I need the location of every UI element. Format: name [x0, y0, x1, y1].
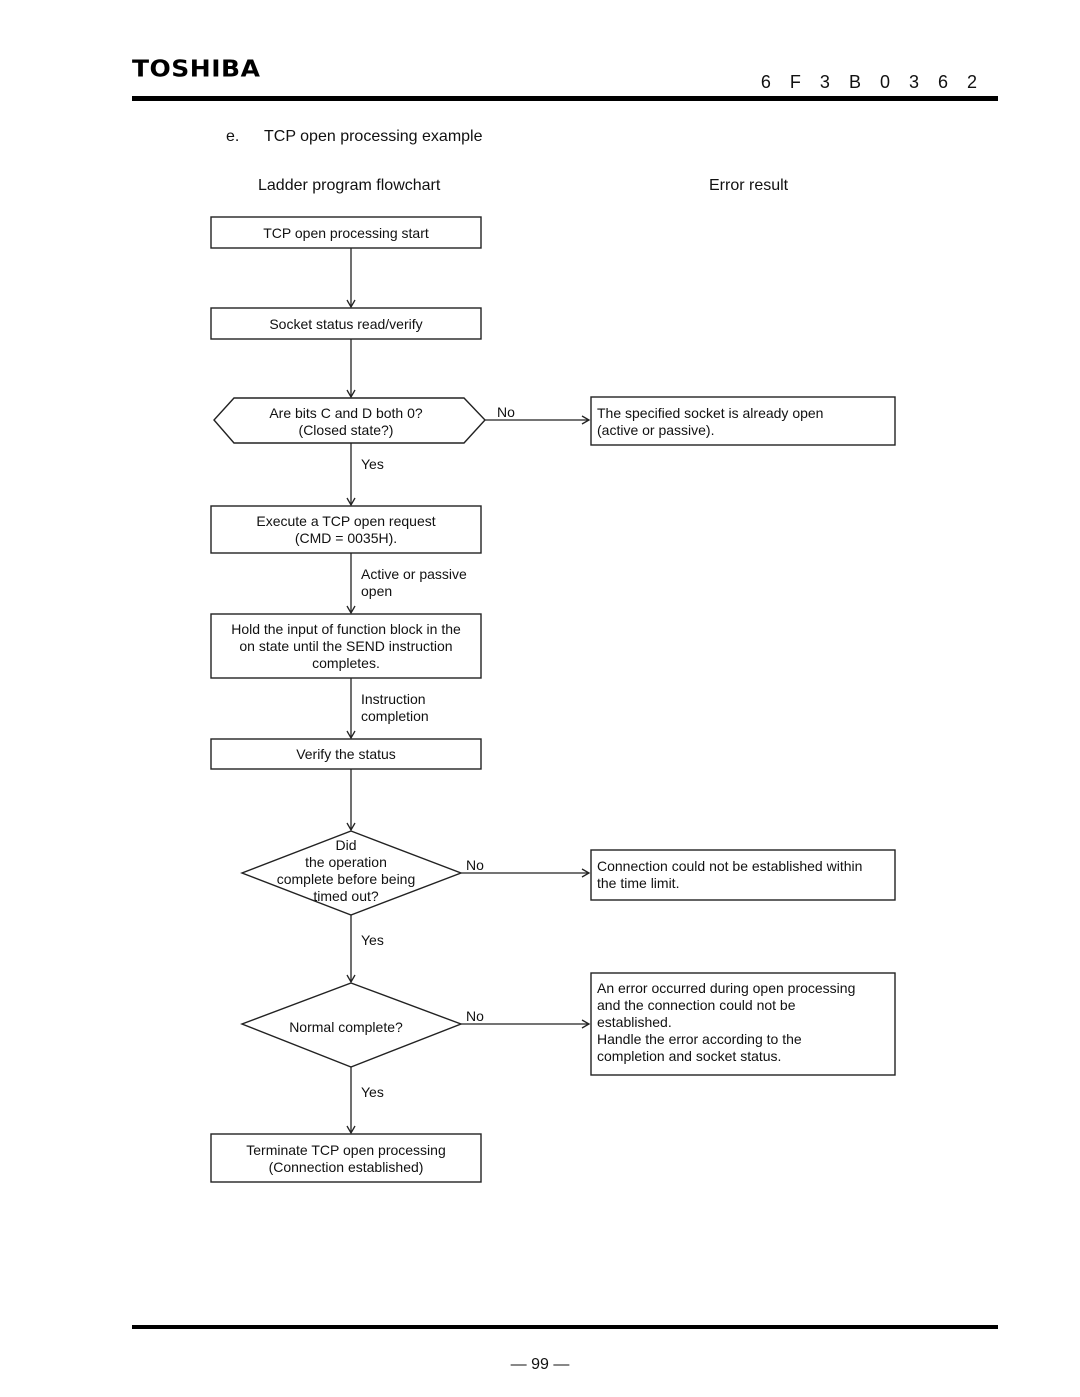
text-line: Socket status read/verify — [269, 316, 422, 332]
text-line: the time limit. — [597, 875, 679, 891]
text-line: Normal complete? — [289, 1019, 403, 1035]
yes-label-closed: Yes — [361, 456, 384, 472]
text-line: Are bits C and D both 0? — [269, 405, 423, 421]
end-text: Terminate TCP open processing (Connection… — [246, 1142, 445, 1175]
footer-rule — [132, 1325, 998, 1329]
verify-status-text: Verify the status — [296, 746, 396, 762]
text-line: (Connection established) — [269, 1159, 424, 1175]
read-status-text: Socket status read/verify — [269, 316, 422, 332]
active-passive-label: Active or passive open — [361, 566, 467, 599]
normal-complete-text: Normal complete? — [289, 1019, 403, 1035]
text-line: (Closed state?) — [299, 422, 394, 438]
text-line: TCP open processing start — [263, 225, 429, 241]
text-line: established. — [597, 1014, 672, 1030]
text-line: (active or passive). — [597, 422, 714, 438]
text-line: Instruction — [361, 691, 426, 707]
text-line: completion and socket status. — [597, 1048, 781, 1064]
text-line: timed out? — [313, 888, 379, 904]
text-line: Handle the error according to the — [597, 1031, 802, 1047]
yes-label-timeout: Yes — [361, 932, 384, 948]
flowchart: TCP open processing start Socket status … — [210, 216, 896, 1183]
text-line: open — [361, 583, 392, 599]
text-line: complete before being — [277, 871, 416, 887]
no-label-timeout: No — [466, 857, 484, 873]
text-line: Verify the status — [296, 746, 396, 762]
text-line: An error occurred during open processing — [597, 980, 855, 996]
text-line: Execute a TCP open request — [256, 513, 435, 529]
text-line: and the connection could not be — [597, 997, 796, 1013]
no-label-normal: No — [466, 1008, 484, 1024]
text-line: Connection could not be established with… — [597, 858, 862, 874]
text-line: the operation — [305, 854, 387, 870]
start-text: TCP open processing start — [263, 225, 429, 241]
text-line: on state until the SEND instruction — [239, 638, 452, 654]
instruction-completion-label: Instruction completion — [361, 691, 429, 724]
text-line: Did — [335, 837, 356, 853]
text-line: (CMD = 0035H). — [295, 530, 397, 546]
page-number: — 99 — — [510, 1356, 570, 1373]
no-label-closed: No — [497, 404, 515, 420]
text-line: completion — [361, 708, 429, 724]
text-line: The specified socket is already open — [597, 405, 823, 421]
text-line: Hold the input of function block in the — [231, 621, 461, 637]
text-line: completes. — [312, 655, 380, 671]
text-line: Active or passive — [361, 566, 467, 582]
text-line: Terminate TCP open processing — [246, 1142, 445, 1158]
yes-label-normal: Yes — [361, 1084, 384, 1100]
